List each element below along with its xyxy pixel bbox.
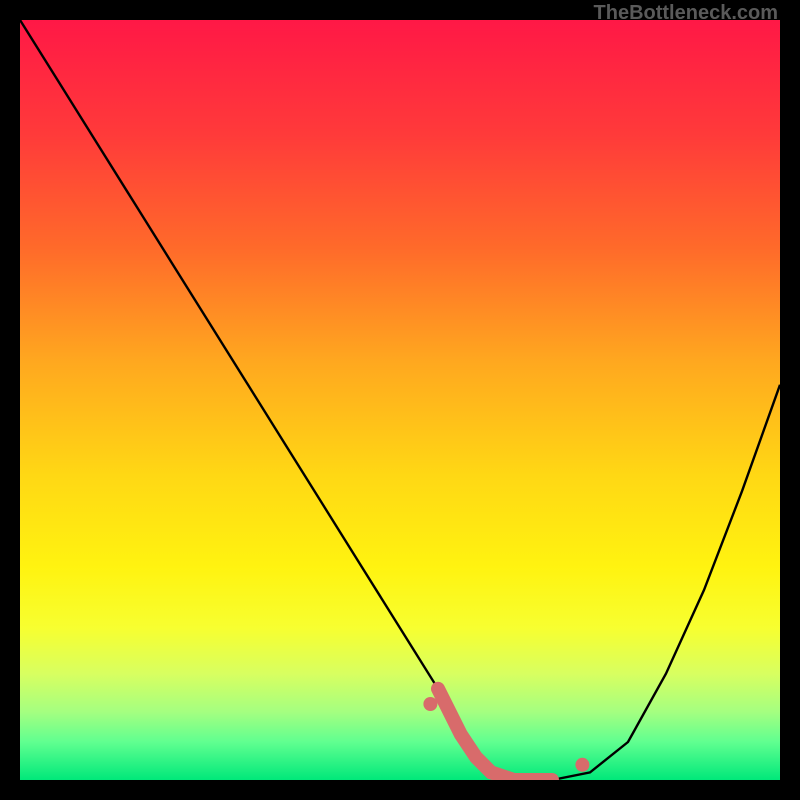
plot-area [20, 20, 780, 780]
bottleneck-curve [20, 20, 780, 780]
marker-dot [575, 758, 589, 772]
marker-dot [423, 697, 437, 711]
chart-container: TheBottleneck.com [0, 0, 800, 800]
optimal-region-marker [438, 689, 552, 780]
watermark-text: TheBottleneck.com [594, 2, 778, 25]
